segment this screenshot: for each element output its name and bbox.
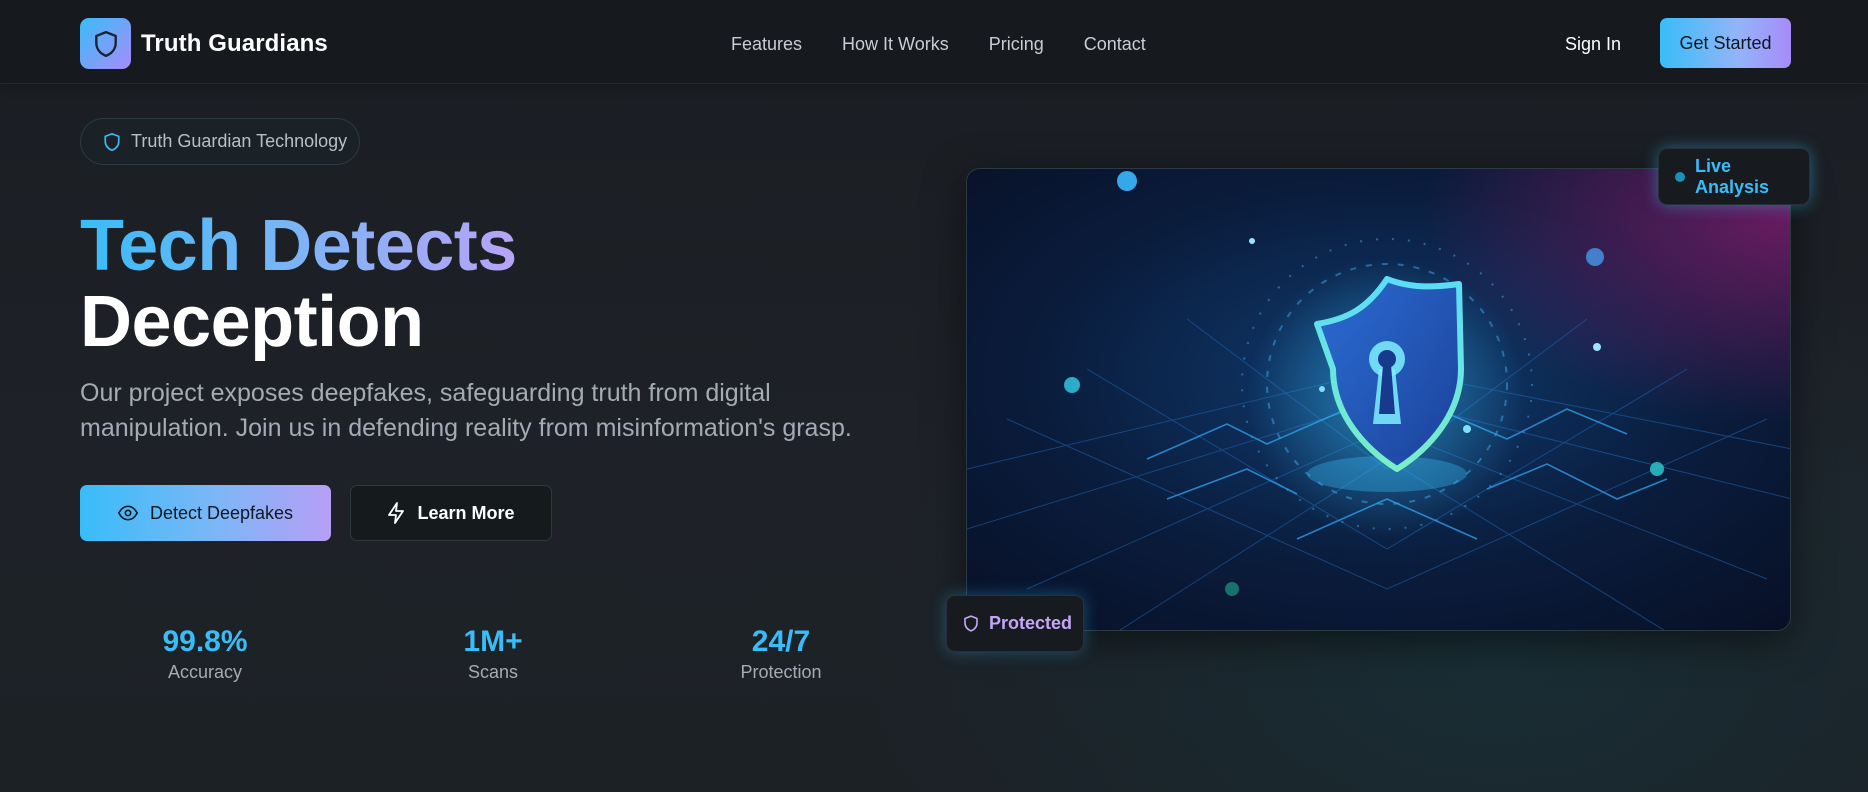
cyber-shield-illustration: [967, 169, 1790, 630]
stat-label: Accuracy: [167, 662, 243, 682]
protected-label: Protected: [989, 613, 1073, 633]
shield-icon: [94, 30, 117, 57]
shield-icon: [104, 132, 120, 151]
learn-more-button[interactable]: Learn More: [350, 485, 552, 541]
stat-value: 1M+: [463, 625, 523, 658]
live-status-dot: [1675, 171, 1685, 182]
nav-links: Features How It Works Pricing Contact: [731, 34, 1146, 55]
brand[interactable]: Truth Guardians: [80, 18, 328, 69]
nav-link-contact[interactable]: Contact: [1084, 34, 1146, 55]
detect-deepfakes-button[interactable]: Detect Deepfakes: [80, 485, 331, 541]
lightning-icon: [388, 502, 405, 524]
eye-icon: [117, 505, 138, 521]
headline-gradient-text: Tech Detects: [80, 206, 517, 286]
stat-protection: 24/7 Protection: [681, 624, 881, 683]
hero-headline: Tech Detects Deception: [80, 208, 517, 360]
shield-icon: [964, 615, 978, 632]
stat-value: 99.8%: [162, 625, 248, 658]
live-analysis-label: Live Analysis: [1694, 155, 1770, 197]
technology-tag: Truth Guardian Technology: [80, 118, 360, 165]
live-analysis-badge: Live Analysis: [1658, 148, 1810, 205]
stat-label: Scans: [467, 662, 519, 682]
hero-illustration: [966, 168, 1791, 631]
stat-label: Protection: [740, 662, 822, 682]
learn-more-label: Learn More: [417, 502, 515, 523]
sign-in-link[interactable]: Sign In: [1565, 34, 1621, 55]
brand-logo: [80, 18, 131, 69]
stat-scans: 1M+ Scans: [393, 624, 593, 683]
hero-subtitle: Our project exposes deepfakes, safeguard…: [80, 379, 852, 442]
detect-deepfakes-label: Detect Deepfakes: [149, 502, 294, 523]
protected-badge: Protected: [946, 595, 1084, 652]
brand-name: Truth Guardians: [141, 29, 328, 57]
technology-tag-label: Truth Guardian Technology: [131, 131, 348, 151]
headline-white-text: Deception: [80, 282, 424, 362]
nav-link-how-it-works[interactable]: How It Works: [842, 34, 949, 55]
nav-link-features[interactable]: Features: [731, 34, 802, 55]
stat-accuracy: 99.8% Accuracy: [105, 624, 305, 683]
navbar: Truth Guardians Features How It Works Pr…: [0, 0, 1868, 84]
get-started-button[interactable]: Get Started: [1660, 18, 1791, 68]
stat-value: 24/7: [751, 625, 811, 658]
nav-link-pricing[interactable]: Pricing: [989, 34, 1044, 55]
